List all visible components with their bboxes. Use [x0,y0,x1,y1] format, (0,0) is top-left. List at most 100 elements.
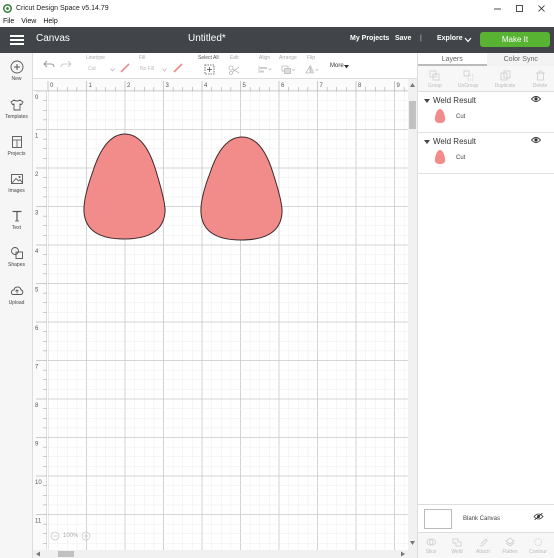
chevron-down-icon[interactable] [464,37,472,43]
layer-actions-top: Group UnGroup Duplicate Delete [418,66,554,92]
ruler-label: 5 [243,83,247,89]
layer-group[interactable]: Weld Result Cut [418,93,554,133]
sidebar-item-projects[interactable]: Projects [0,135,33,165]
tab-color-sync[interactable]: Color Sync [486,53,554,66]
flatten-button[interactable]: Flatten [498,549,522,555]
chevron-down-icon [162,68,167,72]
fill-color-icon[interactable] [173,63,183,73]
app-header: Canvas Untitled* My Projects Save | Expl… [0,27,554,53]
fill-select[interactable]: No Fill [140,66,154,72]
contour-icon[interactable] [533,537,543,547]
canvas-swatch[interactable] [424,509,452,529]
chevron-down-icon [110,68,115,72]
menu-bar: File View Help [0,16,554,27]
sidebar-item-templates[interactable]: Templates [0,98,33,128]
blank-canvas-label: Blank Canvas [463,516,501,522]
explore-link[interactable]: Explore [437,35,463,42]
collapse-caret-icon[interactable] [424,140,430,144]
layer-group[interactable]: Weld Result Cut [418,134,554,174]
ruler-label: 3 [35,211,39,217]
attach-icon[interactable] [478,537,488,547]
zoom-level: 100% [63,533,79,539]
sidebar-label: Templates [5,114,28,120]
menu-help[interactable]: Help [43,18,57,25]
attach-button[interactable]: Attach [471,549,495,555]
slice-icon[interactable] [426,537,436,547]
layer-thumbnail [434,109,446,123]
ruler-vertical-ticks: 0 1 2 3 4 5 6 7 8 9 10 11 [35,90,47,544]
ruler-label: 8 [358,83,362,89]
scroll-down-icon[interactable] [409,540,416,546]
zoom-control: 100% [50,529,98,543]
visibility-hidden-icon[interactable] [533,512,544,521]
save-link[interactable]: Save [395,35,411,42]
ruler-label: 6 [35,326,39,332]
fill-label: Fill [139,55,146,61]
duplicate-icon[interactable] [500,70,511,81]
scroll-left-icon[interactable] [35,551,41,557]
flatten-icon[interactable] [505,537,515,547]
align-icon[interactable] [258,65,272,74]
sidebar-item-shapes[interactable]: Shapes [0,246,33,276]
ruler-label: 3 [166,83,170,89]
arrange-label: Arrange [279,55,297,61]
ungroup-icon[interactable] [463,70,474,81]
group-icon[interactable] [429,70,440,81]
flip-icon[interactable] [305,65,320,75]
blank-canvas-row[interactable]: Blank Canvas [418,504,554,532]
undo-icon[interactable] [43,59,55,69]
trash-icon[interactable] [535,70,546,81]
make-it-button[interactable]: Make It [480,32,550,47]
my-projects-link[interactable]: My Projects [350,35,389,42]
ruler-label: 2 [127,83,131,89]
sidebar-item-images[interactable]: Images [0,172,33,202]
redo-icon[interactable] [60,59,72,69]
visibility-eye-icon[interactable] [531,136,541,144]
ruler-label: 7 [35,365,39,371]
project-title[interactable]: Untitled* [188,33,226,44]
sidebar-label: New [11,76,22,82]
arrange-icon[interactable] [281,65,296,75]
horizontal-scrollbar[interactable] [33,550,408,558]
weld-result-shape-right[interactable] [200,136,283,241]
more-menu[interactable]: More [330,63,344,69]
ruler-vertical: 0 1 2 3 4 5 6 7 8 9 10 11 [33,90,47,551]
delete-button[interactable]: Delete [526,83,554,89]
duplicate-button[interactable]: Duplicate [491,83,519,89]
ruler-horizontal: 0 1 2 3 4 5 6 7 8 9 [33,79,408,91]
edit-icon[interactable] [228,65,240,75]
weld-icon[interactable] [452,537,462,547]
zoom-out-icon[interactable] [50,531,60,541]
horizontal-scroll-thumb[interactable] [58,551,74,557]
weld-result-shape-left[interactable] [83,133,166,240]
zoom-in-icon[interactable] [81,531,91,541]
operation-select[interactable]: Cut [88,66,96,72]
vertical-scroll-thumb[interactable] [409,101,416,129]
sidebar-item-upload[interactable]: Upload [0,284,33,314]
weld-button[interactable]: Weld [445,549,469,555]
ruler-label: 1 [89,83,93,89]
scroll-right-icon[interactable] [400,551,406,557]
menu-view[interactable]: View [21,18,36,25]
close-icon[interactable] [528,0,554,16]
select-all-icon[interactable] [204,64,215,75]
ruler-label: 7 [320,83,324,89]
ruler-label: 4 [204,83,208,89]
collapse-caret-icon[interactable] [424,99,430,103]
ungroup-button[interactable]: UnGroup [454,83,482,89]
contour-button[interactable]: Contour [526,549,550,555]
menu-file[interactable]: File [3,18,14,25]
tab-layers[interactable]: Layers [418,53,487,66]
sidebar-item-new[interactable]: New [0,60,33,90]
sidebar-item-text[interactable]: Text [0,209,33,239]
scroll-up-icon[interactable] [409,82,416,88]
hamburger-menu-icon[interactable] [10,35,24,45]
pen-color-icon[interactable] [120,63,130,73]
vertical-scrollbar[interactable] [408,79,417,558]
slice-button[interactable]: Slice [419,549,443,555]
select-all-label: Select All [198,55,219,61]
ruler-label: 0 [35,95,39,101]
visibility-eye-icon[interactable] [531,95,541,103]
app-window: Cricut Design Space v5.14.79 File View H… [0,0,554,558]
group-button[interactable]: Group [421,83,449,89]
